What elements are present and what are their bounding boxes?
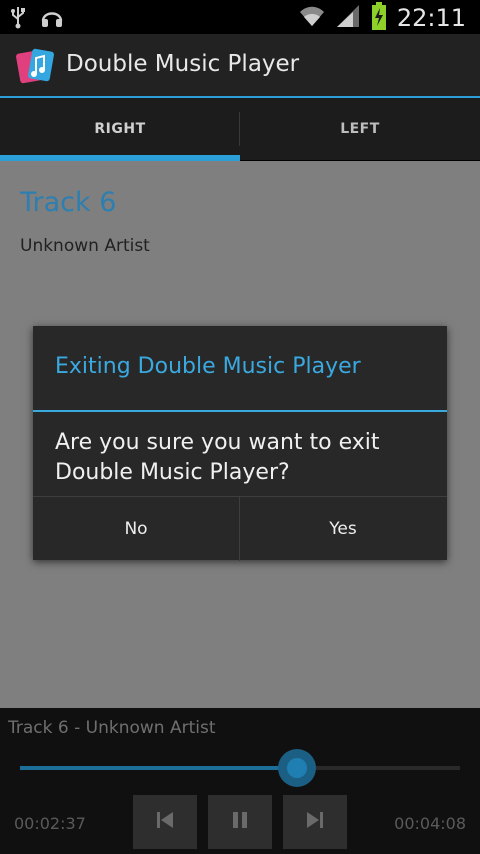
app-title: Double Music Player <box>66 51 300 77</box>
track-artist: Unknown Artist <box>20 236 150 256</box>
now-playing: Track 6 - Unknown Artist <box>8 718 216 738</box>
headset-icon <box>40 5 64 33</box>
tab-bar: RIGHT LEFT <box>0 98 480 160</box>
dialog-title-divider <box>33 410 447 412</box>
pause-icon <box>229 809 251 835</box>
no-button[interactable]: No <box>33 497 239 561</box>
total-time: 00:04:08 <box>394 814 466 833</box>
dialog-buttons: No Yes <box>33 496 447 561</box>
current-time: 00:02:37 <box>14 814 86 833</box>
signal-icon <box>335 5 361 31</box>
tab-right[interactable]: RIGHT <box>0 98 240 160</box>
usb-icon <box>10 5 26 33</box>
status-time: 22:11 <box>396 4 466 32</box>
pause-button[interactable] <box>208 795 272 849</box>
wifi-icon <box>299 5 325 31</box>
seek-progress <box>20 766 298 770</box>
next-icon <box>304 809 326 835</box>
app-icon[interactable] <box>16 46 56 86</box>
seek-thumb[interactable] <box>278 749 317 787</box>
dialog-title: Exiting Double Music Player <box>55 354 361 379</box>
track-title: Track 6 <box>20 187 117 218</box>
dialog-message: Are you sure you want to exit Double Mus… <box>55 430 380 485</box>
battery-charging-icon <box>371 2 387 34</box>
seek-bar[interactable] <box>20 766 460 770</box>
previous-button[interactable] <box>133 795 197 849</box>
next-button[interactable] <box>283 795 347 849</box>
status-bar: 22:11 <box>0 0 480 34</box>
previous-icon <box>154 809 176 835</box>
yes-button[interactable]: Yes <box>240 497 446 561</box>
exit-dialog: Exiting Double Music Player Are you sure… <box>33 326 447 561</box>
tab-left[interactable]: LEFT <box>240 98 480 160</box>
